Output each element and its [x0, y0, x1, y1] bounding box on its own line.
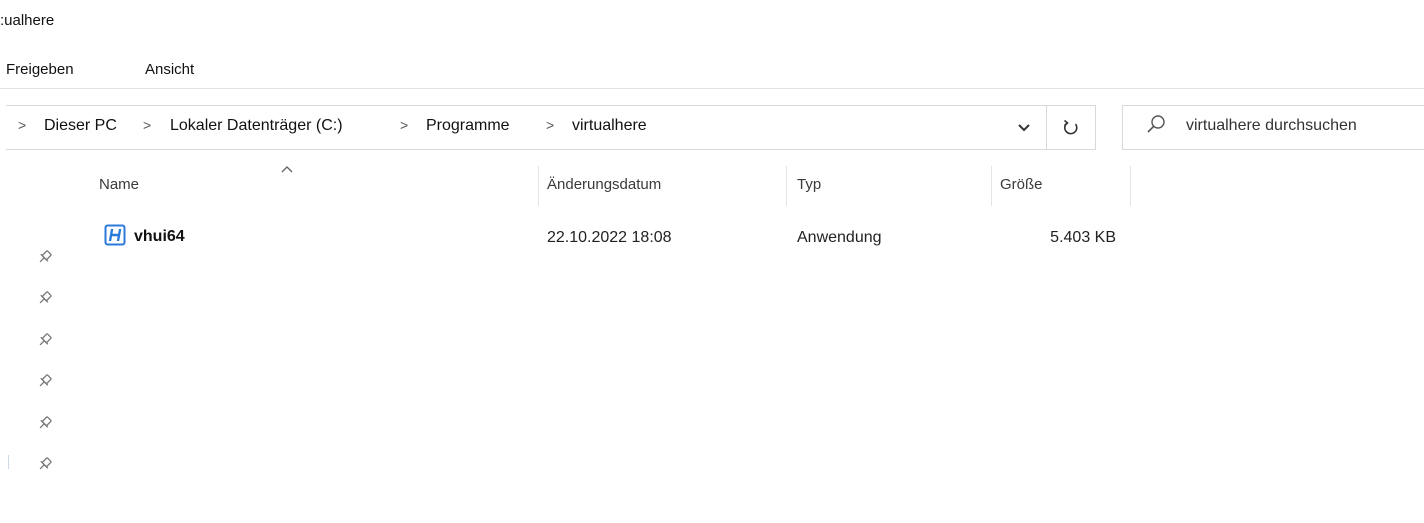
refresh-icon: [1063, 119, 1078, 134]
application-icon[interactable]: [104, 224, 126, 246]
pin-icon[interactable]: [37, 456, 53, 472]
breadcrumb-separator[interactable]: >: [143, 117, 151, 133]
breadcrumb-programme[interactable]: Programme: [426, 117, 510, 135]
breadcrumb-separator[interactable]: >: [400, 117, 408, 133]
column-header-name[interactable]: Name: [99, 176, 139, 193]
breadcrumb-lokaler-datentraeger[interactable]: Lokaler Datenträger (C:): [170, 117, 343, 135]
column-header-type[interactable]: Typ: [797, 176, 821, 193]
pin-icon[interactable]: [37, 290, 53, 306]
ribbon-divider: [0, 88, 1424, 89]
column-divider[interactable]: [1130, 166, 1131, 206]
pin-icon[interactable]: [37, 332, 53, 348]
pin-icon[interactable]: [37, 373, 53, 389]
search-input[interactable]: virtualhere durchsuchen: [1186, 117, 1357, 135]
column-divider[interactable]: [991, 166, 992, 206]
ribbon-tab-ansicht[interactable]: Ansicht: [145, 61, 194, 78]
address-dropdown-button[interactable]: [1004, 106, 1044, 149]
pin-icon[interactable]: [37, 415, 53, 431]
chevron-down-icon: [1018, 123, 1030, 131]
sort-ascending-icon[interactable]: [280, 164, 294, 174]
column-divider[interactable]: [786, 166, 787, 206]
window-title: :ualhere: [0, 12, 55, 29]
address-lead-chevron[interactable]: >: [18, 117, 26, 133]
nav-pane-edge: [8, 455, 9, 469]
refresh-button[interactable]: [1046, 106, 1095, 149]
column-header-size[interactable]: Größe: [1000, 176, 1043, 193]
breadcrumb-dieser-pc[interactable]: Dieser PC: [44, 117, 117, 135]
ribbon-tab-freigeben[interactable]: Freigeben: [6, 61, 74, 78]
file-name-vhui64[interactable]: vhui64: [134, 228, 185, 246]
column-header-date[interactable]: Änderungsdatum: [547, 176, 661, 193]
breadcrumb-separator[interactable]: >: [546, 117, 554, 133]
breadcrumb-virtualhere[interactable]: virtualhere: [572, 117, 647, 135]
file-date: 22.10.2022 18:08: [547, 229, 672, 246]
pin-icon[interactable]: [37, 249, 53, 265]
file-type: Anwendung: [797, 229, 882, 246]
file-size: 5.403 KB: [1050, 229, 1116, 246]
search-icon: [1147, 115, 1165, 133]
column-divider[interactable]: [538, 166, 539, 206]
